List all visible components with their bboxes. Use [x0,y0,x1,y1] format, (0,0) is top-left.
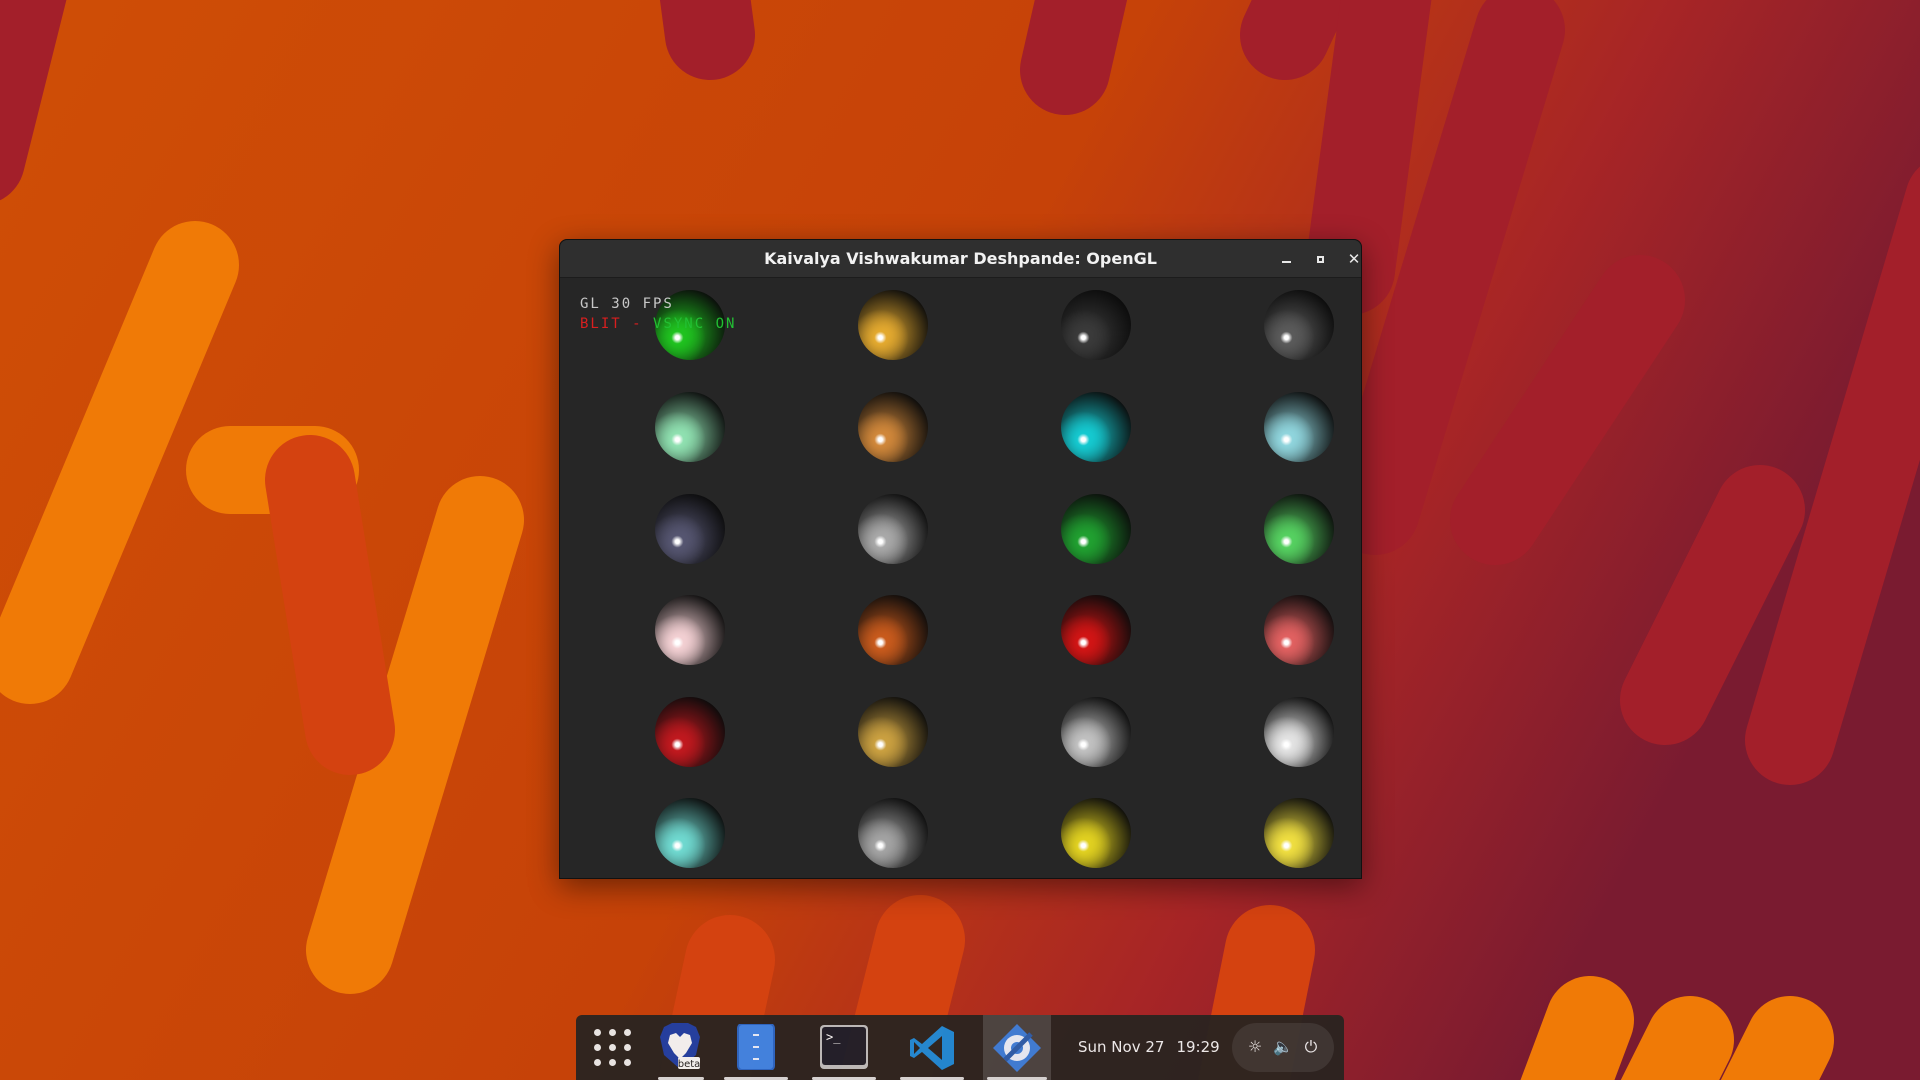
opengl-canvas[interactable]: GL 30 FPS BLIT - VSYNC ON [560,278,1361,878]
clock-time: 19:29 [1176,1038,1220,1056]
material-sphere-r3-c4 [1264,494,1334,564]
files-launcher[interactable] [720,1015,792,1080]
material-sphere-r5-c4 [1264,697,1334,767]
material-sphere-r3-c1 [655,494,725,564]
material-sphere-r5-c1 [655,697,725,767]
minimize-icon [1281,261,1291,263]
material-sphere-r5-c2 [858,697,928,767]
window-titlebar[interactable]: Kaivalya Vishwakumar Deshpande: OpenGL ✕ [560,240,1361,278]
clock-date: Sun Nov 27 [1078,1038,1165,1056]
power-icon: ⏻ [1304,1037,1318,1056]
system-tray[interactable]: ☼ 🔈 ⏻ [1232,1023,1334,1072]
material-sphere-r2-c3 [1061,392,1131,462]
brightness-icon: ☼ [1247,1037,1263,1056]
beta-badge: beta [678,1059,701,1070]
blit-label: BLIT [580,316,622,332]
brave-lion-icon: beta [660,1023,701,1070]
material-sphere-r1-c4 [1264,290,1334,360]
show-applications-button[interactable] [576,1015,648,1080]
material-sphere-r3-c2 [858,494,928,564]
taskbar: beta >_ Sun Nov 27 19:29 ☼ 🔈 ⏻ [576,1015,1344,1080]
terminal-prompt: >_ [826,1030,841,1044]
material-sphere-r3-c3 [1061,494,1131,564]
settings-launcher-active[interactable] [983,1015,1051,1080]
close-button[interactable]: ✕ [1342,247,1366,271]
material-sphere-r4-c2 [858,595,928,665]
vscode-icon [910,1026,954,1070]
close-icon: ✕ [1347,250,1361,268]
material-sphere-r4-c4 [1264,595,1334,665]
app-grid-icon [594,1029,632,1067]
material-sphere-r5-c3 [1061,697,1131,767]
window-title: Kaivalya Vishwakumar Deshpande: OpenGL [764,249,1157,268]
material-sphere-r2-c2 [858,392,928,462]
vsync-status: BLIT - VSYNC ON [580,314,736,334]
maximize-icon [1316,256,1324,263]
fps-overlay: GL 30 FPS BLIT - VSYNC ON [580,294,736,334]
material-sphere-r4-c1 [655,595,725,665]
material-sphere-r1-c3 [1061,290,1131,360]
files-icon [737,1024,775,1070]
material-sphere-r2-c4 [1264,392,1334,462]
vscode-launcher[interactable] [896,1015,968,1080]
material-sphere-r6-c1 [655,798,725,868]
volume-icon: 🔈 [1273,1037,1293,1056]
material-sphere-r2-c1 [655,392,725,462]
material-sphere-r1-c2 [858,290,928,360]
material-sphere-r6-c3 [1061,798,1131,868]
terminal-launcher[interactable]: >_ [808,1015,880,1080]
opengl-window: Kaivalya Vishwakumar Deshpande: OpenGL ✕… [559,239,1362,879]
hud-separator: - [621,316,654,332]
terminal-icon: >_ [820,1025,868,1069]
brave-beta-launcher[interactable]: beta [648,1015,714,1080]
minimize-button[interactable] [1274,247,1298,271]
fps-text: GL 30 FPS [580,296,674,312]
material-sphere-r6-c4 [1264,798,1334,868]
material-sphere-r4-c3 [1061,595,1131,665]
material-sphere-r6-c2 [858,798,928,868]
gear-icon [993,1024,1041,1072]
maximize-button[interactable] [1308,247,1332,271]
vsync-label: VSYNC ON [653,316,737,332]
clock[interactable]: Sun Nov 27 19:29 [1078,1015,1232,1080]
